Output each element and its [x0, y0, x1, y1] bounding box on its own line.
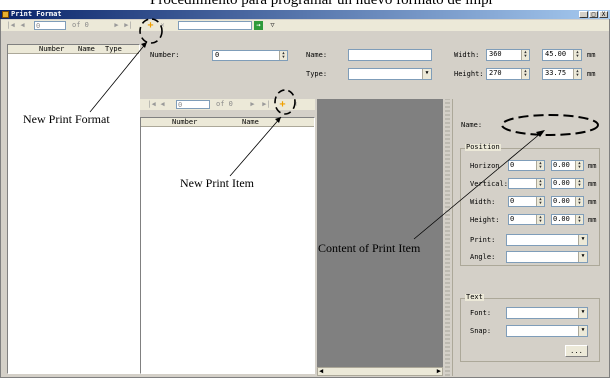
- arrow-new-print-item: [229, 116, 282, 177]
- annotation-overlay: [89, 18, 599, 240]
- arrow-content-of-print-item: [413, 132, 542, 240]
- arrow-head-new-print-format: [141, 42, 147, 48]
- highlight-add-format: [139, 18, 163, 44]
- arrow-new-print-format: [89, 41, 148, 113]
- highlight-item-name: [501, 114, 599, 136]
- arrow-head-new-print-item: [275, 117, 281, 123]
- highlight-add-item: [274, 89, 296, 115]
